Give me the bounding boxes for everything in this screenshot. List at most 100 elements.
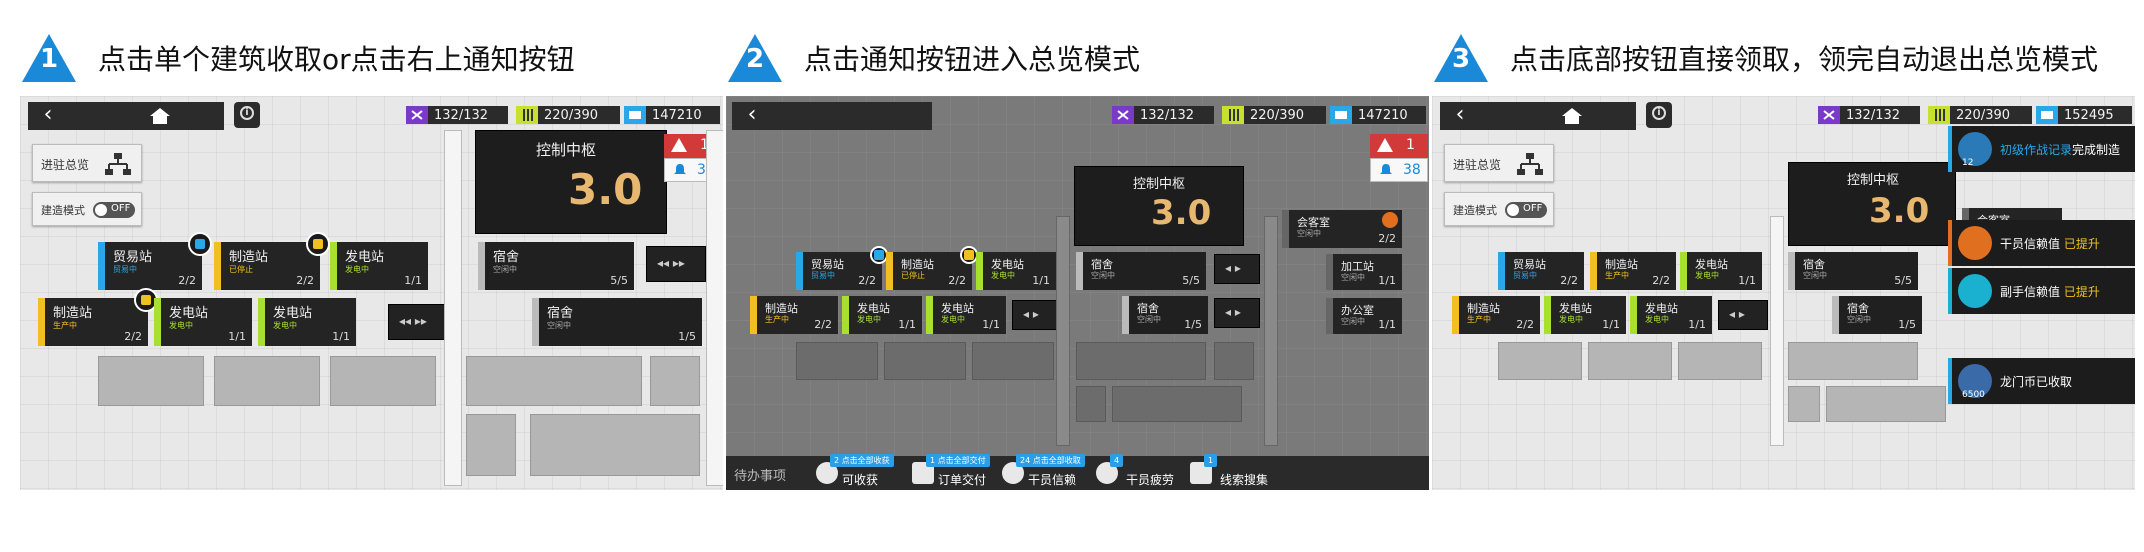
building-power[interactable]: 发电站 发电中 1/1	[926, 296, 1006, 334]
control-center-level: 3.0	[568, 165, 643, 214]
building-status: 生产中	[1467, 315, 1491, 324]
todo-label: 订单交付	[938, 473, 987, 487]
building-office[interactable]: 办公室 空闲中 1/1	[1326, 298, 1402, 334]
building-power[interactable]: 发电站 发电中 1/1	[258, 298, 356, 346]
building-dormitory[interactable]: 宿舍 空闲中 5/5	[478, 242, 634, 290]
building-trade[interactable]: 贸易站 贸易中 2/2	[1498, 252, 1584, 290]
todo-harvest-button[interactable]: 2 点击全部收获 可收获	[816, 454, 896, 490]
build-mode-button[interactable]: 建造模式 OFF	[1444, 192, 1554, 226]
collect-badge-icon[interactable]	[188, 232, 212, 256]
building-manufacture[interactable]: 制造站 生产中 2/2	[1590, 252, 1676, 290]
home-icon[interactable]	[148, 106, 172, 126]
empty-slot[interactable]	[1678, 342, 1762, 380]
building-workshop[interactable]: 加工站 空闲中 1/1	[1326, 254, 1402, 290]
building-status: 空闲中	[493, 265, 517, 274]
empty-slot[interactable]	[214, 356, 320, 406]
building-name: 宿舍	[547, 306, 574, 321]
control-center[interactable]: 控制中枢 3.0	[1074, 166, 1244, 246]
overview-button[interactable]: 进驻总览	[1444, 144, 1554, 182]
building-manufacture[interactable]: 制造站 生产中 2/2	[38, 288, 158, 346]
building-status: 空闲中	[1847, 315, 1871, 324]
empty-slot[interactable]	[1788, 386, 1820, 422]
empty-slot[interactable]	[1498, 342, 1582, 380]
todo-label: 线索搜集	[1220, 473, 1269, 487]
build-mode-toggle[interactable]: OFF	[93, 202, 135, 218]
power-icon	[1928, 106, 1950, 124]
toast-manufacture-complete: 初级作战记录完成制造 12	[1948, 126, 2135, 172]
building-power[interactable]: 发电站 发电中 1/1	[842, 296, 922, 334]
home-icon[interactable]	[1560, 106, 1584, 126]
empty-slot[interactable]	[530, 414, 700, 476]
todo-clue-button[interactable]: 1 线索搜集	[1190, 454, 1280, 490]
lmd-value: 147210	[1358, 107, 1408, 123]
todo-trust-button[interactable]: 24 点击全部收取 干员信赖	[1002, 454, 1092, 490]
empty-slot[interactable]	[1214, 342, 1254, 380]
building-power[interactable]: 发电站 发电中 1/1	[330, 242, 428, 290]
drone-counter[interactable]: 132/132	[406, 106, 508, 124]
building-dormitory[interactable]: 宿舍 空闲中 1/5	[532, 298, 702, 346]
alert-notification-button[interactable]: 1	[1370, 134, 1428, 158]
empty-slot[interactable]	[466, 414, 516, 476]
build-mode-label: 建造模式	[1453, 204, 1497, 217]
empty-slot[interactable]	[466, 356, 642, 406]
building-trade[interactable]: 贸易站 贸易中 2/2	[98, 232, 212, 290]
building-power[interactable]: 发电站 发电中 1/1	[1630, 296, 1712, 334]
toggle-knob	[95, 204, 107, 216]
step-3-header: 3 点击底部按钮直接领取，领完自动退出总览模式	[1432, 28, 2098, 88]
building-capacity: 1/1	[982, 318, 1000, 331]
building-power[interactable]: 发电站 发电中 1/1	[1680, 252, 1762, 290]
drone-counter[interactable]: 132/132	[1112, 106, 1214, 124]
control-center[interactable]: 控制中枢 3.0	[1788, 162, 1956, 246]
drone-counter[interactable]: 132/132	[1818, 106, 1920, 124]
building-reception[interactable]: 会客室 空闲中 2/2	[1282, 210, 1402, 248]
building-power[interactable]: 发电站 发电中 1/1	[154, 298, 252, 346]
building-trade[interactable]: 贸易站 贸易中 2/2	[796, 246, 888, 290]
chevron-left-icon[interactable]: ‹	[732, 102, 772, 130]
build-mode-button[interactable]: 建造模式 OFF	[32, 192, 142, 226]
building-manufacture[interactable]: 制造站 已停止 2/2	[214, 232, 330, 290]
building-manufacture[interactable]: 制造站 已停止 2/2	[886, 246, 978, 290]
build-mode-toggle[interactable]: OFF	[1505, 202, 1547, 218]
building-manufacture[interactable]: 制造站 生产中 2/2	[1452, 296, 1540, 334]
todo-fatigue-button[interactable]: 4 干员疲劳	[1096, 454, 1182, 490]
bell-icon	[674, 164, 686, 174]
chevron-left-icon[interactable]: ‹	[28, 102, 68, 130]
building-status: 空闲中	[1341, 273, 1365, 282]
building-capacity: 2/2	[814, 318, 832, 331]
empty-slot[interactable]	[972, 342, 1054, 380]
empty-slot[interactable]	[1076, 342, 1206, 380]
info-button[interactable]: i	[1646, 102, 1672, 128]
control-center[interactable]: 控制中枢 3.0	[475, 130, 667, 234]
collect-notification-button[interactable]: 38	[1370, 158, 1428, 182]
empty-slot[interactable]	[1788, 342, 1918, 380]
empty-slot[interactable]	[1076, 386, 1106, 422]
building-dormitory[interactable]: 宿舍 空闲中 5/5	[1788, 252, 1918, 290]
info-button[interactable]: i	[234, 102, 260, 128]
empty-slot[interactable]	[1112, 386, 1242, 422]
building-status: 发电中	[941, 315, 965, 324]
empty-slot[interactable]	[330, 356, 436, 406]
power-counter: 220/390	[1928, 106, 2032, 124]
overview-button[interactable]: 进驻总览	[32, 144, 142, 182]
building-dormitory[interactable]: 宿舍 空闲中 1/5	[1122, 296, 1208, 334]
empty-slot[interactable]	[650, 356, 700, 406]
empty-slot[interactable]	[884, 342, 966, 380]
building-name: 发电站	[169, 306, 209, 321]
building-status: 空闲中	[1341, 317, 1365, 326]
empty-slot[interactable]	[796, 342, 878, 380]
building-manufacture[interactable]: 制造站 生产中 2/2	[750, 296, 838, 334]
building-dormitory[interactable]: 宿舍 空闲中 5/5	[1076, 252, 1206, 290]
building-capacity: 1/5	[1898, 318, 1916, 331]
building-status: 发电中	[345, 265, 369, 274]
todo-order-button[interactable]: 1 点击全部交付 订单交付	[912, 454, 996, 490]
empty-slot[interactable]	[98, 356, 204, 406]
clue-badge-icon[interactable]	[1382, 212, 1398, 228]
toast-count: 6500	[1962, 390, 1985, 400]
collect-badge-icon[interactable]	[306, 232, 330, 256]
empty-slot[interactable]	[1588, 342, 1672, 380]
chevron-left-icon[interactable]: ‹	[1440, 102, 1480, 130]
building-power[interactable]: 发电站 发电中 1/1	[976, 252, 1056, 290]
building-dormitory[interactable]: 宿舍 空闲中 1/5	[1832, 296, 1922, 334]
empty-slot[interactable]	[1826, 386, 1946, 422]
building-power[interactable]: 发电站 发电中 1/1	[1544, 296, 1626, 334]
